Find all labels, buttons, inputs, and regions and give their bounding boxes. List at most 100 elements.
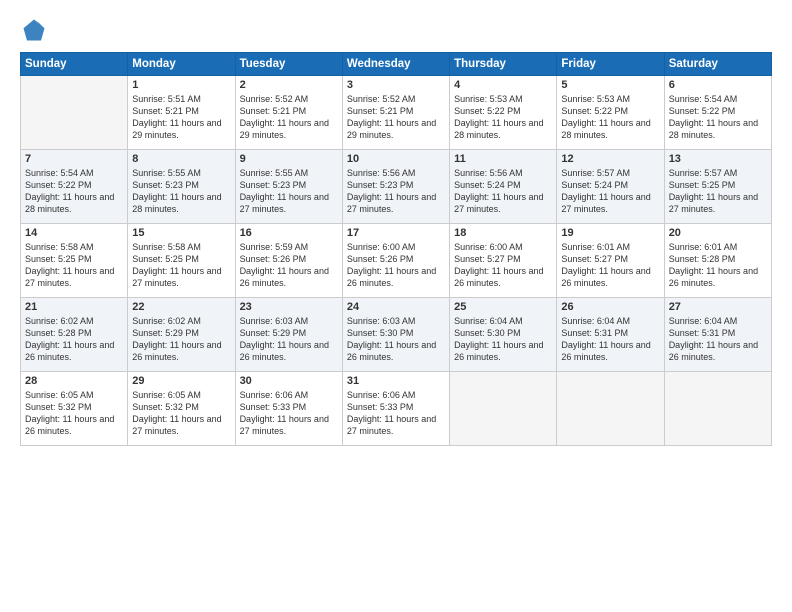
calendar-cell: 30 Sunrise: 6:06 AMSunset: 5:33 PMDayligh…	[235, 372, 342, 446]
day-number: 11	[454, 153, 552, 165]
day-number: 5	[561, 79, 659, 91]
cell-info: Sunrise: 5:53 AMSunset: 5:22 PMDaylight:…	[561, 93, 659, 142]
day-number: 26	[561, 301, 659, 313]
cell-info: Sunrise: 6:02 AMSunset: 5:28 PMDaylight:…	[25, 315, 123, 364]
day-number: 18	[454, 227, 552, 239]
cell-info: Sunrise: 6:06 AMSunset: 5:33 PMDaylight:…	[347, 389, 445, 438]
cell-info: Sunrise: 6:04 AMSunset: 5:31 PMDaylight:…	[669, 315, 767, 364]
calendar-week-row: 21 Sunrise: 6:02 AMSunset: 5:28 PMDayligh…	[21, 298, 772, 372]
calendar-cell: 26 Sunrise: 6:04 AMSunset: 5:31 PMDayligh…	[557, 298, 664, 372]
calendar-cell: 22 Sunrise: 6:02 AMSunset: 5:29 PMDayligh…	[128, 298, 235, 372]
calendar-week-row: 7 Sunrise: 5:54 AMSunset: 5:22 PMDaylight…	[21, 150, 772, 224]
cell-info: Sunrise: 5:55 AMSunset: 5:23 PMDaylight:…	[132, 167, 230, 216]
cell-info: Sunrise: 6:06 AMSunset: 5:33 PMDaylight:…	[240, 389, 338, 438]
day-number: 21	[25, 301, 123, 313]
day-number: 6	[669, 79, 767, 91]
calendar-cell: 24 Sunrise: 6:03 AMSunset: 5:30 PMDayligh…	[342, 298, 449, 372]
day-number: 10	[347, 153, 445, 165]
calendar-cell: 6Sunrise: 5:54 AMSunset: 5:22 PMDaylight…	[664, 76, 771, 150]
calendar-cell	[664, 372, 771, 446]
day-number: 16	[240, 227, 338, 239]
day-number: 30	[240, 375, 338, 387]
calendar-day-header: Monday	[128, 53, 235, 76]
cell-info: Sunrise: 6:05 AMSunset: 5:32 PMDaylight:…	[25, 389, 123, 438]
cell-info: Sunrise: 5:57 AMSunset: 5:25 PMDaylight:…	[669, 167, 767, 216]
day-number: 19	[561, 227, 659, 239]
calendar-cell: 11 Sunrise: 5:56 AMSunset: 5:24 PMDayligh…	[450, 150, 557, 224]
cell-info: Sunrise: 6:04 AMSunset: 5:30 PMDaylight:…	[454, 315, 552, 364]
calendar-cell: 10 Sunrise: 5:56 AMSunset: 5:23 PMDayligh…	[342, 150, 449, 224]
calendar-week-row: 1 Sunrise: 5:51 AMSunset: 5:21 PMDaylight…	[21, 76, 772, 150]
calendar-cell: 13 Sunrise: 5:57 AMSunset: 5:25 PMDayligh…	[664, 150, 771, 224]
day-number: 13	[669, 153, 767, 165]
day-number: 25	[454, 301, 552, 313]
calendar-cell: 3Sunrise: 5:52 AMSunset: 5:21 PMDaylight…	[342, 76, 449, 150]
cell-info: Sunrise: 5:56 AMSunset: 5:24 PMDaylight:…	[454, 167, 552, 216]
cell-info: Sunrise: 5:58 AMSunset: 5:25 PMDaylight:…	[132, 241, 230, 290]
calendar-cell: 5 Sunrise: 5:53 AMSunset: 5:22 PMDaylight…	[557, 76, 664, 150]
day-number: 27	[669, 301, 767, 313]
day-number: 3	[347, 79, 445, 91]
cell-info: Sunrise: 6:03 AMSunset: 5:30 PMDaylight:…	[347, 315, 445, 364]
cell-info: Sunrise: 5:59 AMSunset: 5:26 PMDaylight:…	[240, 241, 338, 290]
cell-info: Sunrise: 5:55 AMSunset: 5:23 PMDaylight:…	[240, 167, 338, 216]
day-number: 17	[347, 227, 445, 239]
calendar-cell: 18 Sunrise: 6:00 AMSunset: 5:27 PMDayligh…	[450, 224, 557, 298]
day-number: 9	[240, 153, 338, 165]
cell-info: Sunrise: 5:52 AMSunset: 5:21 PMDaylight:…	[240, 93, 338, 142]
day-number: 23	[240, 301, 338, 313]
calendar-table: SundayMondayTuesdayWednesdayThursdayFrid…	[20, 52, 772, 446]
day-number: 28	[25, 375, 123, 387]
cell-info: Sunrise: 5:54 AMSunset: 5:22 PMDaylight:…	[25, 167, 123, 216]
calendar-cell: 31 Sunrise: 6:06 AMSunset: 5:33 PMDayligh…	[342, 372, 449, 446]
logo	[20, 16, 52, 44]
cell-info: Sunrise: 6:00 AMSunset: 5:26 PMDaylight:…	[347, 241, 445, 290]
calendar-cell: 15 Sunrise: 5:58 AMSunset: 5:25 PMDayligh…	[128, 224, 235, 298]
calendar-cell: 25 Sunrise: 6:04 AMSunset: 5:30 PMDayligh…	[450, 298, 557, 372]
day-number: 15	[132, 227, 230, 239]
day-number: 24	[347, 301, 445, 313]
calendar-cell: 17 Sunrise: 6:00 AMSunset: 5:26 PMDayligh…	[342, 224, 449, 298]
day-number: 7	[25, 153, 123, 165]
calendar-day-header: Wednesday	[342, 53, 449, 76]
page: SundayMondayTuesdayWednesdayThursdayFrid…	[0, 0, 792, 612]
calendar-cell: 4 Sunrise: 5:53 AMSunset: 5:22 PMDaylight…	[450, 76, 557, 150]
calendar-day-header: Thursday	[450, 53, 557, 76]
calendar-cell: 16 Sunrise: 5:59 AMSunset: 5:26 PMDayligh…	[235, 224, 342, 298]
day-number: 20	[669, 227, 767, 239]
logo-icon	[20, 16, 48, 44]
day-number: 14	[25, 227, 123, 239]
calendar-cell: 21 Sunrise: 6:02 AMSunset: 5:28 PMDayligh…	[21, 298, 128, 372]
cell-info: Sunrise: 5:53 AMSunset: 5:22 PMDaylight:…	[454, 93, 552, 142]
calendar-day-header: Saturday	[664, 53, 771, 76]
day-number: 29	[132, 375, 230, 387]
cell-info: Sunrise: 5:51 AMSunset: 5:21 PMDaylight:…	[132, 93, 230, 142]
calendar-cell: 2 Sunrise: 5:52 AMSunset: 5:21 PMDaylight…	[235, 76, 342, 150]
calendar-cell	[450, 372, 557, 446]
calendar-header-row: SundayMondayTuesdayWednesdayThursdayFrid…	[21, 53, 772, 76]
day-number: 12	[561, 153, 659, 165]
calendar-cell: 19 Sunrise: 6:01 AMSunset: 5:27 PMDayligh…	[557, 224, 664, 298]
calendar-week-row: 14 Sunrise: 5:58 AMSunset: 5:25 PMDayligh…	[21, 224, 772, 298]
cell-info: Sunrise: 6:01 AMSunset: 5:27 PMDaylight:…	[561, 241, 659, 290]
cell-info: Sunrise: 6:02 AMSunset: 5:29 PMDaylight:…	[132, 315, 230, 364]
calendar-cell	[557, 372, 664, 446]
cell-info: Sunrise: 6:00 AMSunset: 5:27 PMDaylight:…	[454, 241, 552, 290]
calendar-day-header: Sunday	[21, 53, 128, 76]
day-number: 31	[347, 375, 445, 387]
calendar-cell: 9 Sunrise: 5:55 AMSunset: 5:23 PMDaylight…	[235, 150, 342, 224]
calendar-cell: 8Sunrise: 5:55 AMSunset: 5:23 PMDaylight…	[128, 150, 235, 224]
day-number: 2	[240, 79, 338, 91]
cell-info: Sunrise: 6:01 AMSunset: 5:28 PMDaylight:…	[669, 241, 767, 290]
cell-info: Sunrise: 5:56 AMSunset: 5:23 PMDaylight:…	[347, 167, 445, 216]
header	[20, 16, 772, 44]
day-number: 4	[454, 79, 552, 91]
calendar-cell	[21, 76, 128, 150]
day-number: 22	[132, 301, 230, 313]
calendar-cell: 23 Sunrise: 6:03 AMSunset: 5:29 PMDayligh…	[235, 298, 342, 372]
day-number: 1	[132, 79, 230, 91]
cell-info: Sunrise: 6:04 AMSunset: 5:31 PMDaylight:…	[561, 315, 659, 364]
calendar-cell: 29Sunrise: 6:05 AMSunset: 5:32 PMDayligh…	[128, 372, 235, 446]
cell-info: Sunrise: 5:57 AMSunset: 5:24 PMDaylight:…	[561, 167, 659, 216]
cell-info: Sunrise: 6:03 AMSunset: 5:29 PMDaylight:…	[240, 315, 338, 364]
